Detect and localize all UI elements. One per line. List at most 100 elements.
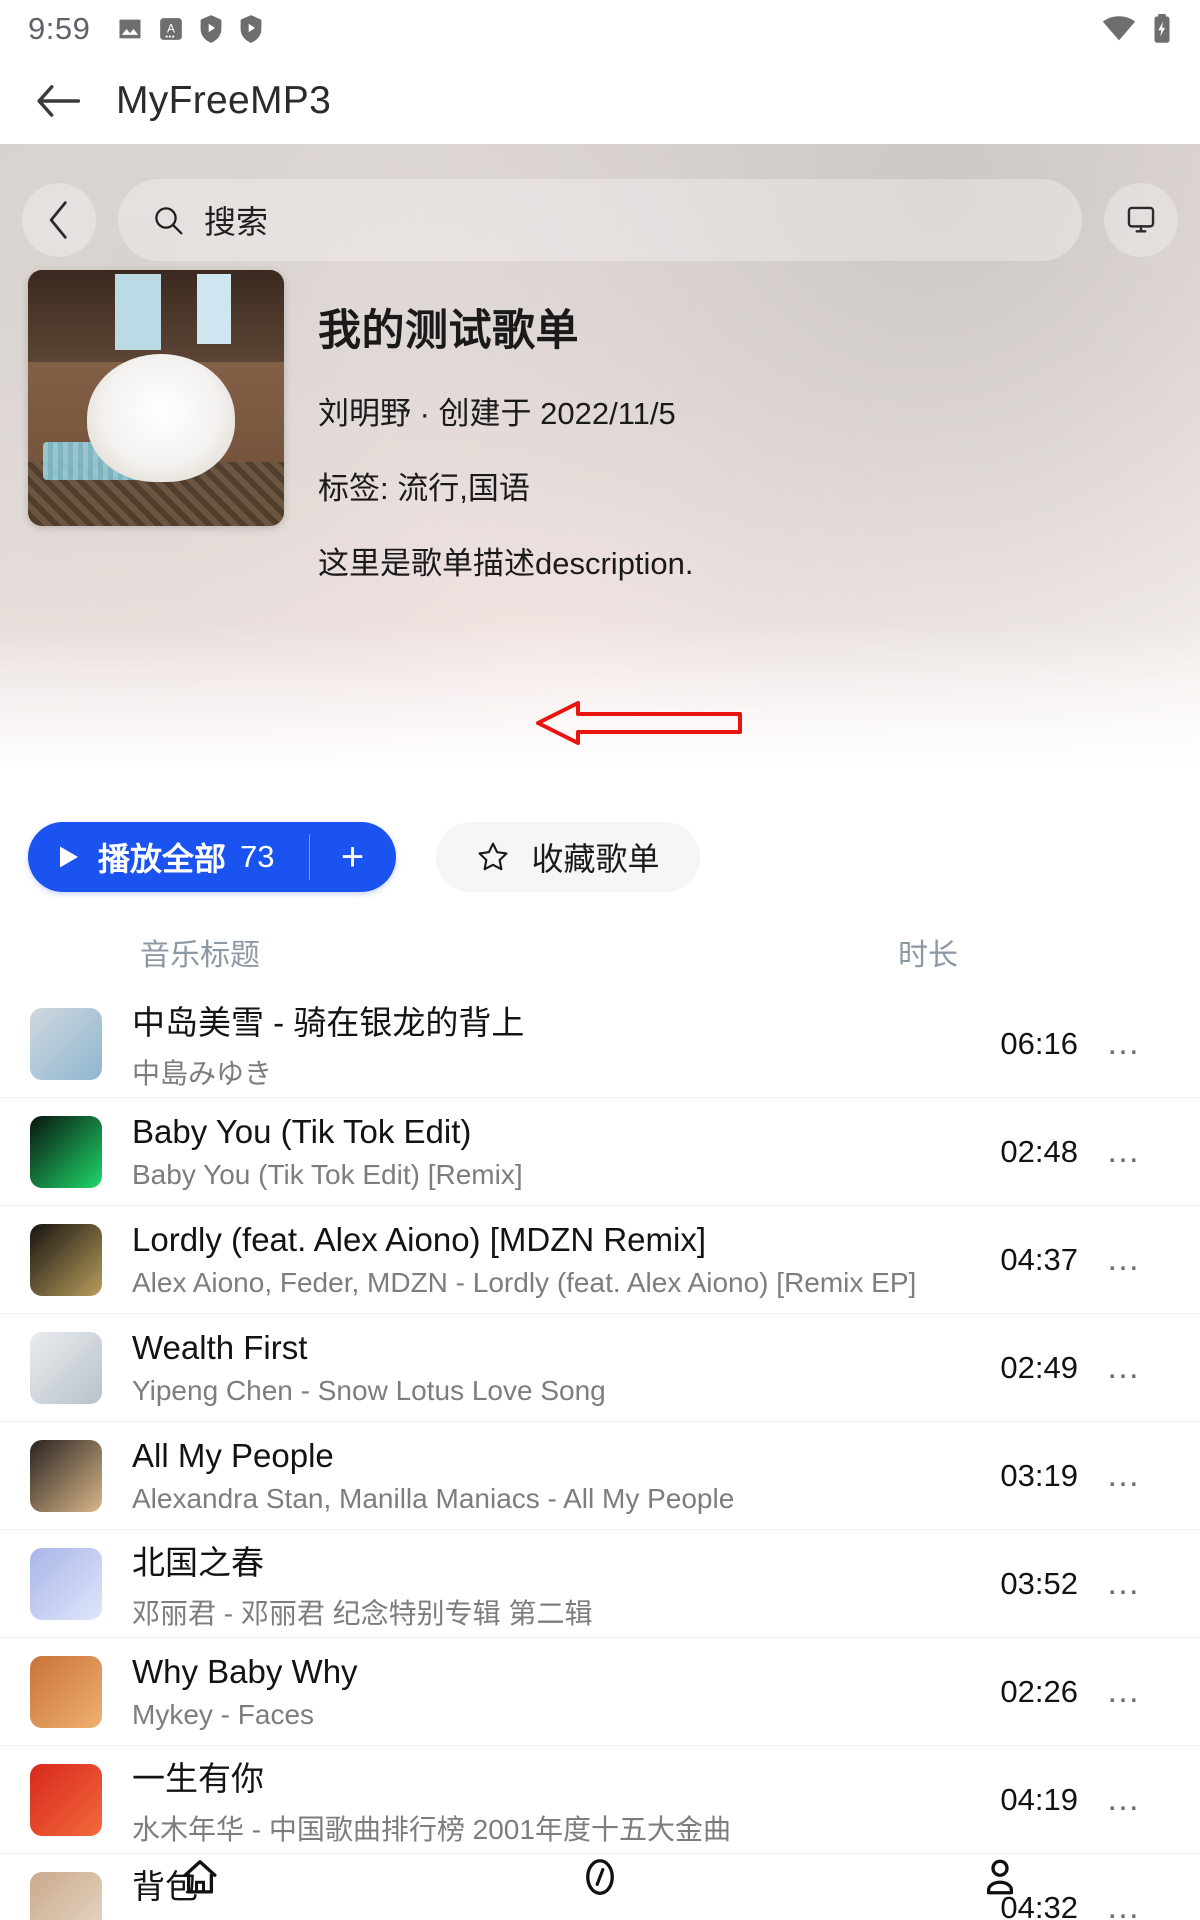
playlist-tags: 标签: 流行,国语 — [318, 471, 530, 506]
webview-content: 搜索 我的测试歌单 刘明野 · 创建于 2022/11/5 标签: 流行,国语 … — [0, 144, 1200, 1920]
track-info: 北国之春 邓丽君 - 邓丽君 纪念特别专辑 第二辑 — [132, 1536, 938, 1632]
track-info: Baby You (Tik Tok Edit) Baby You (Tik Tok… — [132, 1113, 938, 1191]
track-thumbnail — [30, 1007, 102, 1080]
image-icon — [119, 19, 141, 39]
app-bar: MyFreeMP3 — [0, 58, 1200, 144]
svg-text:A: A — [167, 21, 175, 35]
cover-decor-window — [115, 274, 162, 350]
phone-screen: 9:59 A MyFreeMP3 搜索 我的测试歌单 刘明野 · 创建于 202… — [0, 0, 1200, 1920]
playlist-description: 这里是歌单描述description. — [318, 546, 694, 581]
track-duration: 04:19 — [1000, 1781, 1078, 1817]
search-input[interactable]: 搜索 — [118, 179, 1082, 261]
track-more-button[interactable]: … — [1078, 1564, 1170, 1603]
status-bar: 9:59 A — [0, 0, 1200, 58]
track-artist: Alexandra Stan, Manilla Maniacs - All My… — [132, 1482, 735, 1514]
track-row[interactable]: Lordly (feat. Alex Aiono) [MDZN Remix] Al… — [0, 1206, 1200, 1314]
compass-icon — [586, 1859, 614, 1895]
playlist-author-created: 刘明野 · 创建于 2022/11/5 — [318, 396, 676, 431]
track-title: All My People — [132, 1436, 334, 1474]
favorite-playlist-label: 收藏歌单 — [531, 841, 660, 877]
track-list: 中岛美雪 - 骑在银龙的背上 中島みゆき 06:16… Baby You (Tik T… — [0, 990, 1200, 1920]
bottom-navigation — [0, 1834, 1200, 1920]
track-thumbnail — [30, 1547, 102, 1620]
track-thumbnail — [30, 1223, 102, 1296]
track-duration: 02:49 — [1000, 1349, 1078, 1385]
play-all-button[interactable]: 播放全部 73 + — [28, 822, 396, 892]
track-title: 一生有你 — [132, 1759, 264, 1797]
track-more-button[interactable]: … — [1078, 1672, 1170, 1711]
track-thumbnail — [30, 1655, 102, 1728]
track-info: Lordly (feat. Alex Aiono) [MDZN Remix] Al… — [132, 1221, 938, 1299]
track-row[interactable]: Baby You (Tik Tok Edit) Baby You (Tik Tok… — [0, 1098, 1200, 1206]
track-row[interactable]: All My People Alexandra Stan, Manilla Man… — [0, 1422, 1200, 1530]
track-artist: 邓丽君 - 邓丽君 纪念特别专辑 第二辑 — [132, 1597, 593, 1629]
track-row[interactable]: 北国之春 邓丽君 - 邓丽君 纪念特别专辑 第二辑 03:52… — [0, 1530, 1200, 1638]
track-row[interactable]: Why Baby Why Mykey - Faces 02:26… — [0, 1638, 1200, 1746]
cover-decor-dog — [87, 354, 236, 483]
playlist-meta: 我的测试歌单 刘明野 · 创建于 2022/11/5 标签: 流行,国语 这里是… — [318, 270, 694, 583]
nav-explore-button[interactable] — [540, 1856, 660, 1898]
screenshot-a-icon: A — [160, 18, 183, 40]
desktop-cast-icon — [1127, 206, 1155, 233]
track-thumbnail — [30, 1763, 102, 1836]
track-row[interactable]: Wealth First Yipeng Chen - Snow Lotus Lov… — [0, 1314, 1200, 1422]
page-title: MyFreeMP3 — [116, 79, 332, 122]
cast-button[interactable] — [1104, 183, 1178, 257]
track-more-button[interactable]: … — [1078, 1456, 1170, 1495]
track-list-header: 音乐标题 时长 — [0, 924, 1200, 980]
play-icon — [60, 846, 78, 868]
nav-home-button[interactable] — [140, 1856, 260, 1898]
track-duration: 02:48 — [1000, 1133, 1078, 1169]
play-all-count: 73 — [240, 839, 275, 874]
track-info: Why Baby Why Mykey - Faces — [132, 1653, 938, 1731]
track-duration: 06:16 — [1000, 1025, 1078, 1061]
shield-play-icon — [200, 15, 222, 43]
column-header-duration: 时长 — [898, 939, 958, 972]
track-duration: 03:52 — [1000, 1565, 1078, 1601]
track-info: All My People Alexandra Stan, Manilla Man… — [132, 1437, 938, 1515]
playlist-header: 我的测试歌单 刘明野 · 创建于 2022/11/5 标签: 流行,国语 这里是… — [28, 270, 1172, 583]
track-artist: Alex Aiono, Feder, MDZN - Lordly (feat. … — [132, 1266, 917, 1298]
track-title: 中岛美雪 - 骑在银龙的背上 — [132, 1003, 525, 1041]
track-more-button[interactable]: … — [1078, 1780, 1170, 1819]
add-to-playlist-button[interactable]: + — [310, 835, 396, 880]
status-time: 9:59 — [28, 11, 91, 46]
track-duration: 03:19 — [1000, 1457, 1078, 1493]
hero-gradient-fade — [0, 624, 1200, 784]
shield-play-icon — [240, 15, 262, 43]
playlist-actions: 播放全部 73 + 收藏歌单 — [28, 822, 700, 892]
track-duration: 02:26 — [1000, 1673, 1078, 1709]
track-thumbnail — [30, 1439, 102, 1512]
wifi-icon — [1102, 16, 1136, 41]
track-more-button[interactable]: … — [1078, 1132, 1170, 1171]
track-thumbnail — [30, 1115, 102, 1188]
track-title: Why Baby Why — [132, 1652, 358, 1690]
track-more-button[interactable]: … — [1078, 1240, 1170, 1279]
track-info: 中岛美雪 - 骑在银龙的背上中島みゆき — [132, 996, 938, 1092]
star-icon — [477, 842, 508, 871]
playlist-title: 我的测试歌单 — [318, 307, 579, 355]
track-artist: Yipeng Chen - Snow Lotus Love Song — [132, 1374, 606, 1406]
favorite-playlist-button[interactable]: 收藏歌单 — [436, 822, 700, 892]
status-left-icons: A — [116, 14, 264, 44]
search-placeholder: 搜索 — [204, 204, 269, 240]
home-icon — [183, 1860, 217, 1894]
track-artist: Mykey - Faces — [132, 1698, 315, 1730]
status-right-icons — [1102, 14, 1172, 44]
column-header-title: 音乐标题 — [140, 939, 260, 972]
track-duration: 04:37 — [1000, 1241, 1078, 1277]
playlist-cover-image[interactable] — [28, 270, 284, 526]
back-arrow-icon[interactable] — [30, 73, 86, 129]
person-icon — [986, 1859, 1014, 1895]
track-title: Wealth First — [132, 1328, 308, 1366]
track-more-button[interactable]: … — [1078, 1348, 1170, 1387]
play-all-label: 播放全部 — [98, 841, 227, 877]
web-back-button[interactable] — [22, 183, 96, 257]
nav-profile-button[interactable] — [940, 1856, 1060, 1898]
track-more-button[interactable]: … — [1078, 1024, 1170, 1063]
track-row[interactable]: 中岛美雪 - 骑在银龙的背上中島みゆき 06:16… — [0, 990, 1200, 1098]
track-artist: 中島みゆき — [132, 1057, 273, 1089]
cover-decor-window — [196, 274, 231, 344]
track-title: Baby You (Tik Tok Edit) — [132, 1112, 472, 1150]
track-artist: Baby You (Tik Tok Edit) [Remix] — [132, 1158, 523, 1190]
